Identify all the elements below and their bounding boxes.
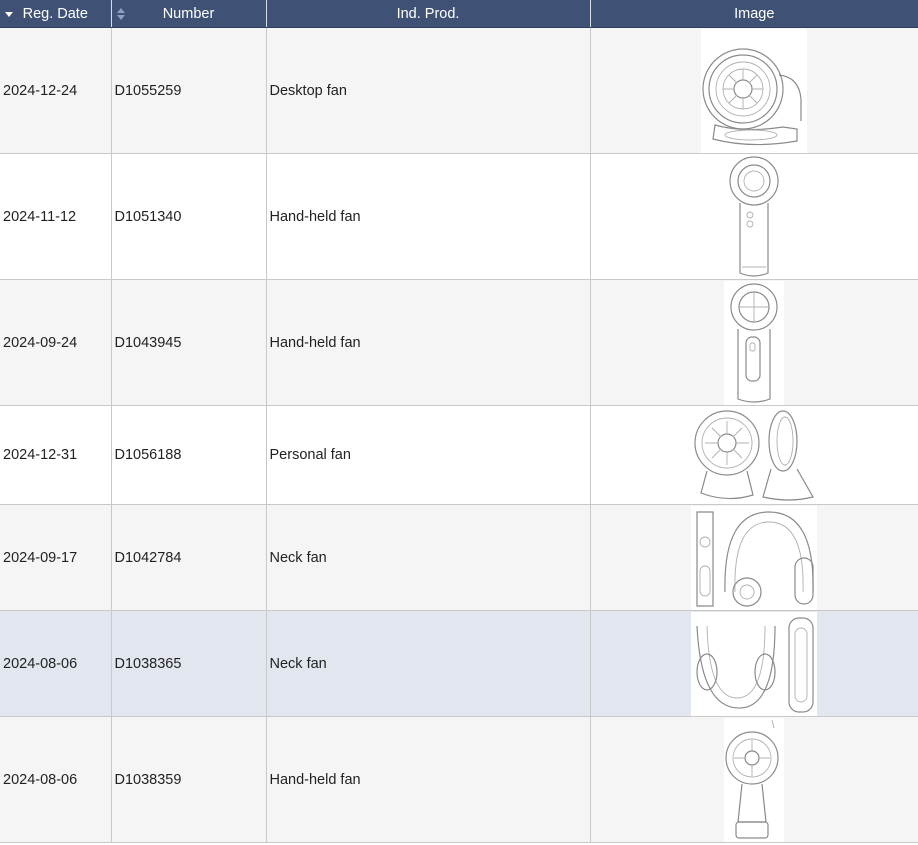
column-header-label: Image (734, 5, 775, 22)
column-header-label: Reg. Date (22, 5, 88, 22)
table-row[interactable]: 2024-09-24 D1043945 Hand-held fan (0, 279, 918, 406)
cell-number: D1056188 (111, 405, 267, 505)
column-header-label: Ind. Prod. (396, 5, 460, 22)
handheld-fan-drawing-icon[interactable] (724, 154, 785, 279)
cell-image[interactable] (590, 610, 918, 717)
personal-fan-drawing-icon[interactable] (691, 406, 818, 504)
cell-image[interactable] (590, 153, 918, 280)
cell-image[interactable] (590, 27, 918, 154)
cell-ind-prod: Desktop fan (266, 27, 591, 154)
cell-ind-prod: Neck fan (266, 610, 591, 717)
handheld-fan-drawing-icon[interactable] (724, 717, 785, 842)
column-header-reg-date[interactable]: Reg. Date (0, 0, 112, 28)
cell-ind-prod: Hand-held fan (266, 716, 591, 843)
cell-ind-prod: Hand-held fan (266, 279, 591, 406)
cell-reg-date: 2024-09-24 (0, 279, 112, 406)
cell-reg-date: 2024-09-17 (0, 504, 112, 611)
cell-reg-date: 2024-12-24 (0, 27, 112, 154)
cell-image[interactable] (590, 504, 918, 611)
cell-image[interactable] (590, 716, 918, 843)
sort-both-icon[interactable] (116, 0, 126, 27)
desktop-fan-drawing-icon[interactable] (701, 28, 808, 153)
table-row[interactable]: 2024-08-06 D1038359 Hand-held fan (0, 716, 918, 843)
cell-ind-prod: Hand-held fan (266, 153, 591, 280)
column-header-label: Number (162, 5, 215, 22)
cell-number: D1055259 (111, 27, 267, 154)
handheld-fan-drawing-icon[interactable] (724, 280, 785, 405)
cell-reg-date: 2024-08-06 (0, 610, 112, 717)
cell-number: D1043945 (111, 279, 267, 406)
sort-descending-icon[interactable] (4, 0, 14, 27)
column-header-image[interactable]: Image (590, 0, 918, 28)
cell-image[interactable] (590, 279, 918, 406)
cell-number: D1038365 (111, 610, 267, 717)
cell-reg-date: 2024-08-06 (0, 716, 112, 843)
cell-reg-date: 2024-11-12 (0, 153, 112, 280)
cell-ind-prod: Neck fan (266, 504, 591, 611)
table-row[interactable]: 2024-09-17 D1042784 Neck fan (0, 504, 918, 611)
cell-number: D1051340 (111, 153, 267, 280)
column-header-number[interactable]: Number (111, 0, 267, 28)
cell-ind-prod: Personal fan (266, 405, 591, 505)
design-registration-table: Reg. Date Number Ind. Prod. Image 2024-1… (0, 0, 918, 843)
table-row[interactable]: 2024-12-31 D1056188 Personal fan (0, 405, 918, 505)
cell-number: D1042784 (111, 504, 267, 611)
header-row: Reg. Date Number Ind. Prod. Image (0, 0, 918, 28)
neck-fan-drawing-icon[interactable] (691, 611, 818, 716)
table-row[interactable]: 2024-11-12 D1051340 Hand-held fan (0, 153, 918, 280)
cell-image[interactable] (590, 405, 918, 505)
neck-fan-drawing-icon[interactable] (691, 505, 818, 610)
table-row[interactable]: 2024-08-06 D1038365 Neck fan (0, 610, 918, 717)
cell-number: D1038359 (111, 716, 267, 843)
column-header-ind-prod[interactable]: Ind. Prod. (266, 0, 591, 28)
table-row[interactable]: 2024-12-24 D1055259 Desktop fan (0, 27, 918, 154)
cell-reg-date: 2024-12-31 (0, 405, 112, 505)
